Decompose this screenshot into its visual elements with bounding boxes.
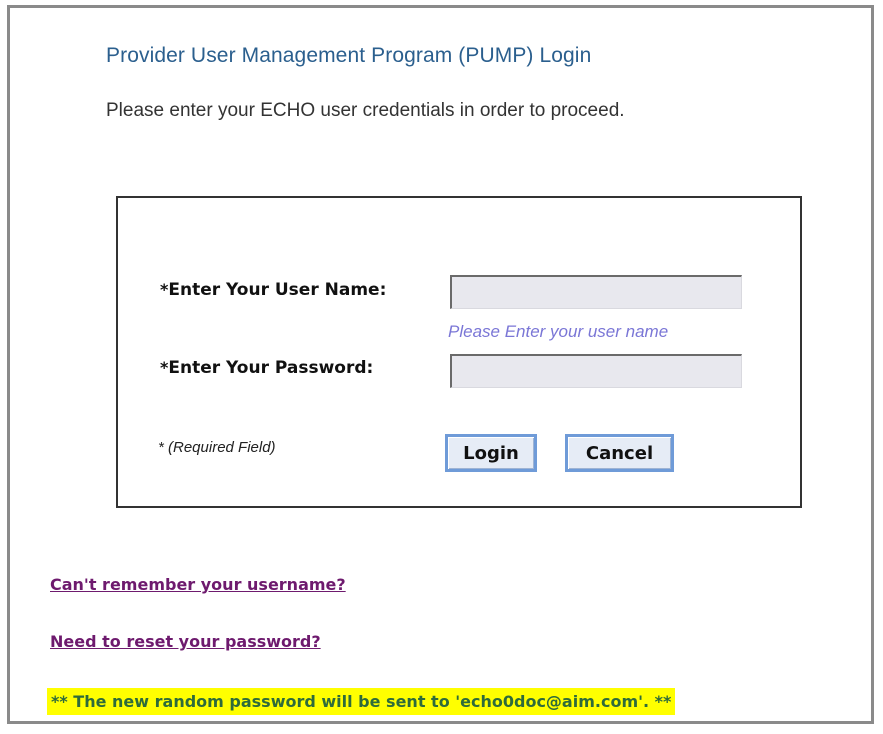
password-notice: ** The new random password will be sent … [47, 688, 676, 715]
intro-text: Please enter your ECHO user credentials … [106, 100, 625, 121]
username-hint: Please Enter your user name [448, 322, 669, 341]
required-field-note: * (Required Field) [158, 439, 276, 456]
username-label: *Enter Your User Name: [160, 280, 386, 300]
login-button[interactable]: Login [445, 434, 537, 472]
required-star: * [158, 439, 164, 456]
password-input[interactable] [450, 354, 742, 388]
reset-password-link[interactable]: Need to reset your password? [50, 632, 321, 651]
forgot-username-link[interactable]: Can't remember your username? [50, 575, 346, 594]
cancel-button[interactable]: Cancel [565, 434, 674, 472]
login-panel: *Enter Your User Name: Please Enter your… [116, 196, 802, 508]
password-label: *Enter Your Password: [160, 358, 373, 378]
required-field-text: (Required Field) [168, 439, 276, 456]
page-title: Provider User Management Program (PUMP) … [106, 44, 592, 67]
username-label-text: Enter Your User Name: [168, 280, 387, 300]
username-input[interactable] [450, 275, 742, 309]
page-frame: Provider User Management Program (PUMP) … [7, 5, 874, 724]
password-label-text: Enter Your Password: [168, 358, 374, 378]
